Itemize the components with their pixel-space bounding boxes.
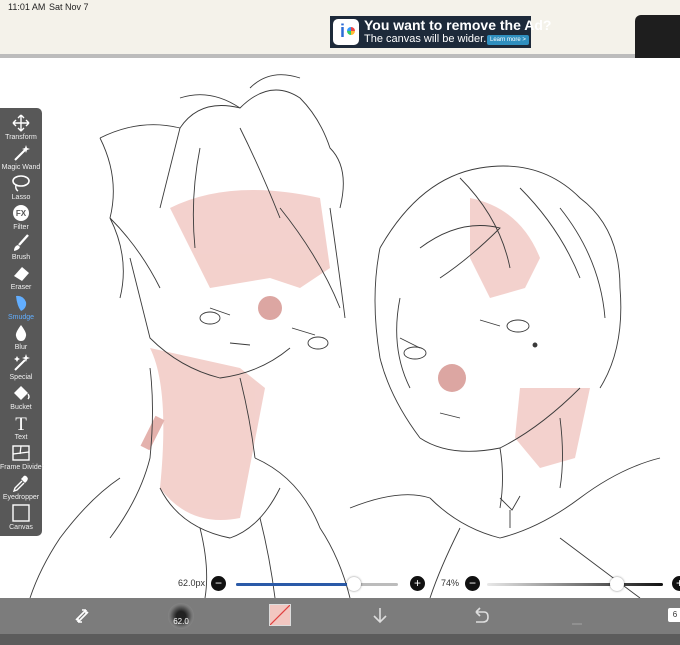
tool-label: Smudge [7, 314, 35, 321]
bucket-icon [14, 386, 30, 400]
eyedropper-icon [12, 475, 28, 492]
redo-icon[interactable] [568, 604, 592, 628]
tool-brush[interactable]: Brush [0, 232, 42, 262]
bottom-strip [0, 634, 680, 645]
lasso-icon [12, 175, 30, 192]
brush-size-thumb[interactable] [347, 577, 362, 591]
tool-label: Text [14, 434, 28, 441]
brush-size-label: 62.0px [178, 578, 206, 588]
swap-tools-icon[interactable] [70, 604, 94, 628]
tool-magic-wand[interactable]: Magic Wand [0, 142, 42, 172]
tool-bucket[interactable]: Bucket [0, 382, 42, 412]
brush-size-preview-button[interactable]: 62.0 [168, 603, 194, 629]
frame-divider-icon [12, 445, 30, 461]
tool-canvas[interactable]: Canvas [0, 502, 42, 532]
tool-transform[interactable]: Transform [0, 112, 42, 142]
drawing-canvas[interactable] [0, 58, 680, 598]
tool-label: Lasso [11, 194, 31, 201]
opacity-label: 74% [441, 578, 460, 588]
tool-label: Eraser [10, 284, 32, 291]
tool-smudge[interactable]: Smudge [0, 292, 42, 322]
undo-icon[interactable] [468, 604, 492, 628]
brush-size-fill [236, 583, 355, 586]
app-logo-letter: i [340, 21, 346, 41]
ad-banner[interactable]: i You want to remove the Ad? The canvas … [330, 16, 551, 48]
slider-row: 62.0px − + 74% − + [0, 575, 680, 593]
tool-label: Brush [11, 254, 31, 261]
brush-size-minus-button[interactable]: − [211, 576, 226, 591]
brush-size-slider[interactable] [236, 583, 398, 586]
fx-label: FX [16, 209, 27, 218]
tool-label: Special [9, 374, 33, 381]
special-sparkle-icon [14, 354, 30, 371]
artwork [29, 74, 661, 598]
eraser-icon [14, 267, 29, 281]
tool-label: Blur [14, 344, 28, 351]
bottom-toolbar: 62.0 6 [0, 598, 680, 645]
blur-drop-icon [15, 325, 27, 341]
opacity-plus-button[interactable]: + [672, 576, 680, 591]
tool-label: Filter [13, 224, 29, 231]
tool-eyedropper[interactable]: Eyedropper [0, 472, 42, 502]
status-time: 11:01 AM [8, 2, 46, 12]
ad-subline: The canvas will be wider. [364, 33, 487, 45]
color-slash-icon [269, 604, 291, 626]
status-bar: 11:01 AM Sat Nov 7 [0, 0, 680, 14]
tool-label: Bucket [10, 404, 32, 411]
brush-size-plus-button[interactable]: + [410, 576, 425, 591]
opacity-thumb[interactable] [610, 577, 625, 591]
tool-filter[interactable]: FX Filter [0, 202, 42, 232]
fx-icon: FX [13, 205, 29, 221]
tool-palette: Transform Magic Wand Lasso FX Filter Bru… [0, 108, 44, 536]
tool-label: Frame Divider [0, 464, 44, 471]
text-tool-glyph: T [15, 414, 27, 432]
tool-special[interactable]: Special [0, 352, 42, 382]
layers-button[interactable]: 6 [668, 608, 680, 622]
color-swatch-button[interactable] [269, 604, 291, 626]
smudge-icon [16, 295, 27, 311]
top-bar: i You want to remove the Ad? The canvas … [0, 14, 680, 58]
app-logo-icon: i [333, 19, 359, 45]
opacity-slider[interactable] [487, 583, 663, 586]
tool-label: Magic Wand [1, 164, 41, 171]
tool-label: Eyedropper [2, 494, 40, 501]
brush-icon [14, 234, 29, 251]
download-arrow-icon[interactable] [368, 604, 392, 628]
brush-size-preview-value: 62.0 [173, 617, 189, 626]
canvas-square-icon [12, 504, 30, 522]
magic-wand-icon [14, 145, 30, 161]
text-t-icon: T [15, 414, 27, 432]
tool-text[interactable]: T Text [0, 412, 42, 442]
tool-blur[interactable]: Blur [0, 322, 42, 352]
ad-learn-more-button[interactable]: Learn more > [487, 35, 529, 45]
ad-headline: You want to remove the Ad? [364, 17, 552, 33]
tool-eraser[interactable]: Eraser [0, 262, 42, 292]
opacity-minus-button[interactable]: − [465, 576, 480, 591]
move-arrows-icon [12, 114, 30, 132]
status-date: Sat Nov 7 [49, 2, 89, 12]
tool-frame-divider[interactable]: Frame Divider [0, 442, 44, 472]
tool-label: Transform [5, 134, 37, 141]
tool-lasso[interactable]: Lasso [0, 172, 42, 202]
tool-label: Canvas [9, 524, 33, 531]
